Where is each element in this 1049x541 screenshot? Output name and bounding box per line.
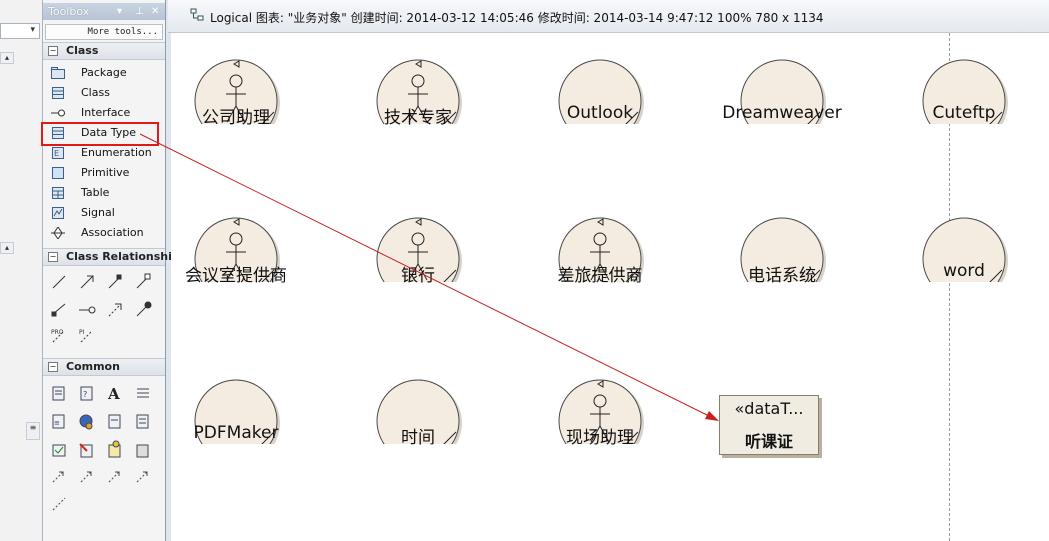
enumeration-icon: E [52,147,64,159]
toolbox-item-table[interactable]: Table [43,183,163,203]
svg-text:A: A [107,385,120,403]
actor-label: 技术专家 [384,108,452,128]
svg-text:PI: PI [79,329,85,336]
close-icon[interactable]: ✕ [151,3,159,20]
actor-label: PDFMaker [193,423,279,443]
actor-element[interactable]: 时间 [353,378,483,466]
class-icon [52,87,64,99]
dropdown-icon[interactable]: ▾ [117,3,122,20]
association-icon [51,227,65,239]
actor-element[interactable]: Cuteftp [899,58,1029,146]
actor-element[interactable]: 公司助理 [171,58,301,146]
toolbox-title: Toolbox [48,5,90,18]
left-panel-dropdown[interactable]: ▾ [0,23,40,39]
actor-element[interactable]: 电话系统 [717,216,847,304]
diagram-icon [190,8,204,21]
actor-element[interactable]: 会议室提供商 [171,216,301,304]
table-icon [52,187,64,199]
actor-label: 会议室提供商 [185,266,287,286]
actor-label: 时间 [401,428,435,448]
diagram-title-bar: Logical 图表: "业务对象" 创建时间: 2014-03-12 14:0… [168,0,1049,33]
toolbox-item-primitive[interactable]: Primitive [43,163,163,183]
toolbox-item-package[interactable]: Package [43,63,163,83]
scroll-up-arrow-2[interactable]: ▴ [0,242,14,254]
actor-label: 差旅提供商 [557,266,643,286]
more-tools-button[interactable]: More tools... [45,24,163,40]
toolbox-panel: Toolbox ▾ ⊥ ✕ More tools... − Class Pack… [43,0,184,541]
svg-text:≡: ≡ [54,419,60,427]
actor-element[interactable]: 现场助理 [535,378,665,466]
section-common[interactable]: − Common [43,358,165,376]
section-class-relationships[interactable]: − Class Relationshi... [43,248,184,266]
actor-label: 公司助理 [202,108,270,128]
signal-icon [52,207,64,219]
toolbox-item-interface[interactable]: Interface [43,103,163,123]
section-class[interactable]: − Class [43,42,165,60]
datatype-element[interactable]: «dataT... 听课证 [719,395,819,455]
datatype-name: 听课证 [744,432,793,451]
chevron-down-icon: ▾ [30,25,35,35]
package-icon [51,67,65,79]
common-icons-grid[interactable]: ? A ≡ [49,384,159,514]
svg-text:E: E [54,149,59,158]
actor-element[interactable]: 银行 [353,216,483,304]
toolbox-item-class[interactable]: Class [43,83,163,103]
actor-label: 电话系统 [748,266,816,286]
actor-label: Dreamweaver [722,103,842,123]
actor-label: Cuteftp [932,103,996,123]
relationship-icons-grid[interactable]: PRO PI [49,272,159,352]
collapse-icon[interactable]: − [48,252,58,262]
scrollbar-thumb[interactable]: ≡ [26,422,40,440]
toolbox-item-enumeration[interactable]: E Enumeration [43,143,163,163]
svg-text:?: ? [83,390,87,399]
toolbox-item-association[interactable]: Association [43,223,163,243]
actor-element[interactable]: Outlook [535,58,665,146]
diagram-title: Logical 图表: "业务对象" 创建时间: 2014-03-12 14:0… [210,11,824,25]
svg-text:PRO: PRO [51,329,64,336]
datatype-stereotype: «dataT... [734,399,804,418]
collapse-icon[interactable]: − [48,362,58,372]
left-panel: ▾ ▴ ▴ ≡ [0,0,43,541]
actor-element[interactable]: PDFMaker [171,378,301,466]
actor-element[interactable]: 技术专家 [353,58,483,146]
actor-label: 银行 [401,266,435,286]
scroll-up-arrow[interactable]: ▴ [0,52,14,64]
primitive-icon [52,167,64,179]
toolbox-item-signal[interactable]: Signal [43,203,163,223]
toolbox-header: Toolbox ▾ ⊥ ✕ [43,3,165,20]
interface-icon [51,109,65,117]
actor-label: Outlook [566,103,634,123]
actor-label: 现场助理 [566,428,634,448]
data-type-highlight [41,122,159,146]
actor-element[interactable]: word [899,216,1029,304]
collapse-icon[interactable]: − [48,46,58,56]
actor-element[interactable]: Dreamweaver [717,58,847,146]
actor-label: word [943,261,985,281]
pin-icon[interactable]: ⊥ [135,3,144,20]
actor-element[interactable]: 差旅提供商 [535,216,665,304]
